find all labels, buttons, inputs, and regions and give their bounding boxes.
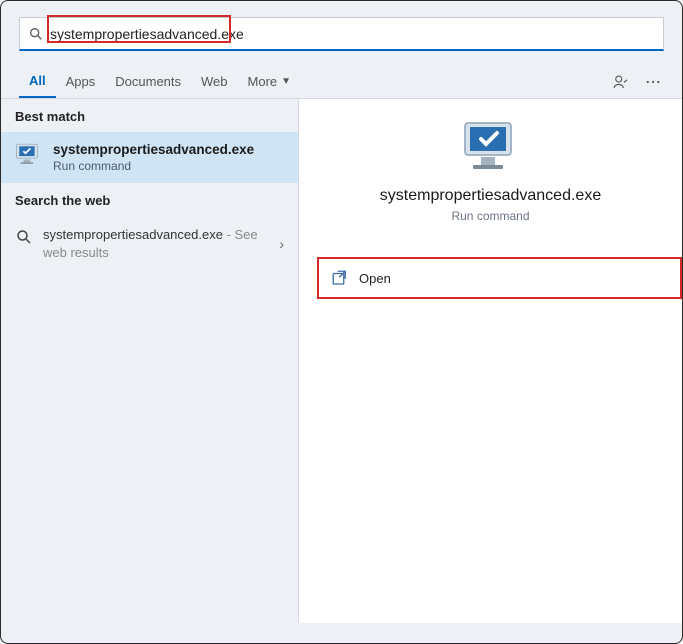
web-result-item[interactable]: systempropertiesadvanced.exe - See web r… [1, 216, 298, 272]
feedback-icon[interactable] [612, 73, 630, 91]
search-icon [15, 228, 33, 246]
web-result-text: systempropertiesadvanced.exe - See web r… [43, 226, 269, 262]
detail-sub: Run command [451, 209, 529, 223]
left-pane: Best match systempropertiesadvanced.exe … [1, 99, 299, 623]
web-result-title: systempropertiesadvanced.exe [43, 227, 223, 242]
open-icon [331, 269, 349, 287]
search-bar-wrap [1, 1, 682, 61]
best-match-text: systempropertiesadvanced.exe Run command [53, 142, 254, 173]
action-open[interactable]: Open [321, 261, 678, 295]
chevron-down-icon: ▼ [281, 76, 291, 87]
header-right-icons [612, 73, 664, 91]
annotation-highlight-open: Open [317, 257, 682, 299]
right-pane: systempropertiesadvanced.exe Run command… [299, 99, 682, 623]
action-open-label: Open [359, 271, 391, 286]
search-input[interactable] [50, 26, 655, 42]
best-match-item[interactable]: systempropertiesadvanced.exe Run command [1, 132, 298, 183]
best-match-title: systempropertiesadvanced.exe [53, 142, 254, 157]
monitor-icon [459, 121, 523, 175]
actions-list: Open [299, 257, 682, 299]
tab-web[interactable]: Web [191, 66, 238, 97]
search-window: All Apps Documents Web More ▼ Best match [0, 0, 683, 644]
tab-apps[interactable]: Apps [56, 66, 106, 97]
tabs-row: All Apps Documents Web More ▼ [1, 61, 682, 99]
tab-all[interactable]: All [19, 65, 56, 98]
detail-panel: systempropertiesadvanced.exe Run command [299, 99, 682, 223]
detail-title: systempropertiesadvanced.exe [380, 187, 601, 205]
search-icon [28, 26, 44, 42]
search-box[interactable] [19, 17, 664, 51]
best-match-header: Best match [1, 99, 298, 132]
body-split: Best match systempropertiesadvanced.exe … [1, 99, 682, 623]
tab-more[interactable]: More ▼ [238, 66, 302, 97]
more-icon[interactable] [644, 73, 662, 91]
monitor-icon [15, 142, 43, 166]
tab-documents[interactable]: Documents [105, 66, 191, 97]
search-web-header: Search the web [1, 183, 298, 216]
best-match-sub: Run command [53, 159, 254, 173]
tab-more-label: More [248, 74, 278, 89]
chevron-right-icon: › [279, 236, 284, 252]
